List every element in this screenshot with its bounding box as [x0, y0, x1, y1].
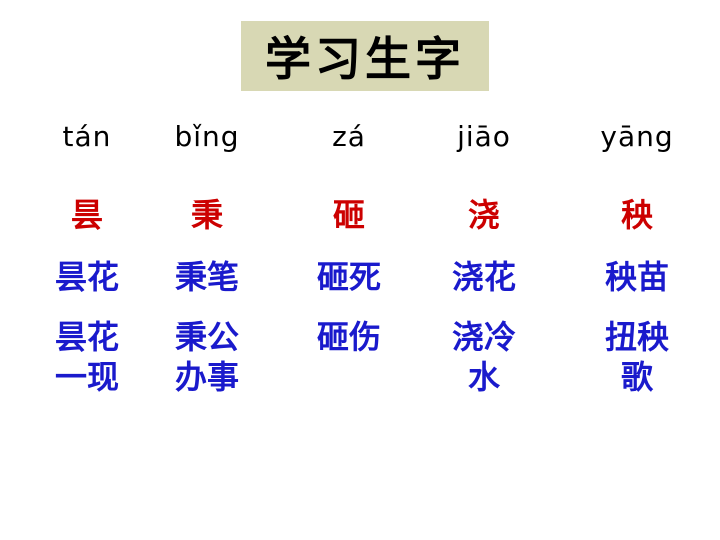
column-tan: tán 昙 昙花 昙花 一现: [27, 0, 147, 540]
word-example: 秉笔: [174, 258, 239, 296]
pinyin-label: jiāo: [457, 120, 511, 153]
word-example: 浇花: [451, 258, 516, 296]
column-jiao: jiāo 浇 浇花 浇冷 水: [424, 0, 544, 540]
column-bing: bǐng 秉 秉笔 秉公 办事: [147, 0, 267, 540]
pinyin-label: bǐng: [174, 120, 240, 153]
phrase-example: 昙花 一现: [54, 318, 119, 396]
phrase-example: 扭秧 歌: [604, 318, 669, 396]
pinyin-label: yāng: [600, 120, 674, 153]
column-yang: yāng 秧 秧苗 扭秧 歌: [577, 0, 697, 540]
phrase-example: 秉公 办事: [174, 318, 239, 396]
new-character: 砸: [332, 196, 365, 234]
pinyin-label: tán: [62, 120, 112, 153]
word-example: 昙花: [54, 258, 119, 296]
word-example: 砸死: [316, 258, 381, 296]
new-character: 昙: [70, 196, 103, 234]
phrase-example: 浇冷 水: [451, 318, 516, 396]
phrase-example: 砸伤: [316, 318, 381, 356]
new-character: 秧: [620, 196, 653, 234]
word-example: 秧苗: [604, 258, 669, 296]
new-character: 浇: [467, 196, 500, 234]
column-za: zá 砸 砸死 砸伤: [289, 0, 409, 540]
new-character: 秉: [190, 196, 223, 234]
pinyin-label: zá: [332, 120, 366, 153]
